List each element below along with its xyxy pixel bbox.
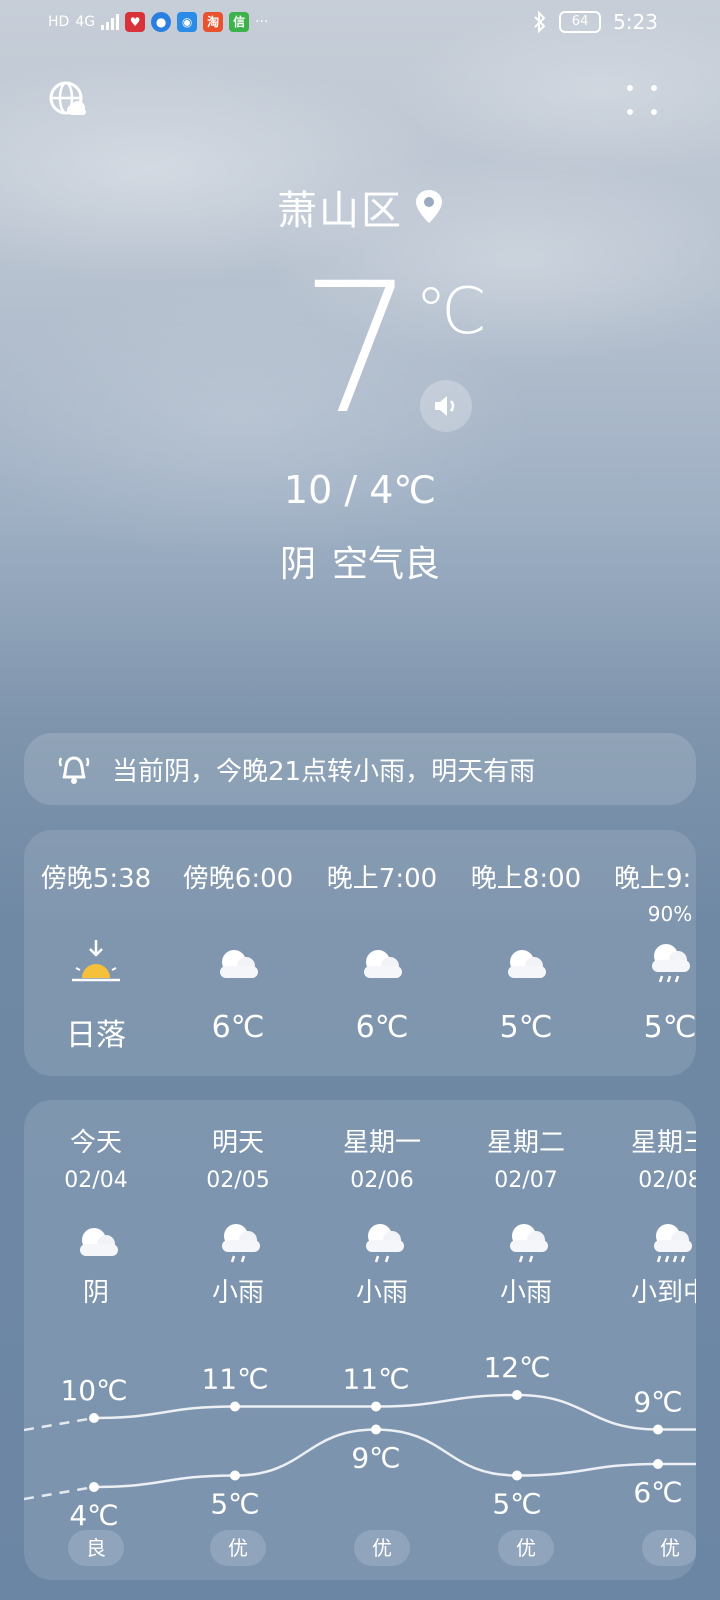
low-temp-line-point — [512, 1470, 522, 1481]
low-temp-label: 6℃ — [633, 1476, 682, 1509]
hour-temp: 5℃ — [643, 1010, 696, 1045]
high-temp-label: 11℃ — [201, 1363, 268, 1396]
hourly-item[interactable]: 晚上8:00 5℃ — [454, 830, 598, 1076]
high-temp-line-point — [512, 1390, 522, 1400]
current-temperature: 7 — [300, 245, 415, 454]
location-pin-icon — [416, 190, 442, 223]
more-notifications: ··· — [255, 14, 269, 30]
hour-time: 晚上8:00 — [470, 864, 582, 894]
high-temp-line-point — [371, 1401, 381, 1412]
bell-alert-icon — [58, 756, 90, 784]
hour-time: 傍晚5:38 — [40, 864, 152, 894]
low-temp-line-point — [89, 1482, 99, 1492]
voice-broadcast-button[interactable] — [420, 380, 472, 432]
sunset-icon — [72, 940, 120, 982]
low-temp-label: 9℃ — [351, 1442, 400, 1475]
globe-cloud-icon — [49, 81, 86, 115]
status-left: HD 4G ♥ ● ◉ 淘 信 ··· — [48, 12, 268, 32]
more-dots-icon — [627, 85, 657, 115]
status-bar: HD 4G ♥ ● ◉ 淘 信 ··· 64 5:23 — [0, 0, 720, 44]
temperature-trend-chart: 10℃ 4℃ 11℃ 5℃ 11℃ 9℃ 12℃ 5℃ 9℃ 6℃ — [24, 1351, 696, 1532]
hourly-item[interactable]: 傍晚5:38 日落 — [24, 830, 168, 1076]
green-app-notification-icon: 信 — [229, 12, 250, 32]
high-temp-line — [93, 1393, 696, 1431]
city-manage-button[interactable] — [48, 78, 92, 122]
hour-time: 傍晚6:00 — [182, 864, 294, 894]
more-menu-button[interactable] — [620, 80, 664, 124]
hour-time: 晚上9: — [614, 864, 692, 894]
low-temp-line-point — [653, 1459, 663, 1469]
high-temp-label: 12℃ — [483, 1351, 550, 1384]
hour-precip: 90% — [647, 902, 693, 926]
hour-temp: 6℃ — [355, 1010, 409, 1045]
low-temp-line-point — [230, 1470, 240, 1481]
air-quality-text[interactable]: 空气良 — [332, 535, 440, 587]
forecast-alert-banner[interactable]: 当前阴，今晚21点转小雨，明天有雨 — [24, 733, 696, 805]
browser-notification-icon: ● — [151, 12, 172, 32]
low-temp-label: 4℃ — [69, 1499, 118, 1532]
hd-badge: HD — [48, 14, 70, 30]
location-header[interactable]: 萧山区 — [0, 178, 720, 236]
temperature-unit: ℃ — [415, 275, 487, 349]
hour-temp: 6℃ — [211, 1010, 265, 1045]
bluetooth-icon — [534, 11, 546, 33]
low-temp-line-point — [371, 1424, 381, 1435]
signal-icon — [101, 14, 120, 30]
low-temp-line-past — [24, 1485, 95, 1501]
battery-indicator: 64 — [559, 11, 602, 33]
high-temp-line-point — [89, 1413, 99, 1423]
cloud-icon — [508, 950, 546, 978]
hourly-forecast-card[interactable]: 傍晚5:38 日落 傍晚6:00 6℃ 晚上7:00 6℃ 晚上8:00 5℃ … — [24, 830, 696, 1076]
weather-text: 阴 — [279, 544, 316, 585]
low-temp-label: 5℃ — [210, 1488, 259, 1521]
rain-cloud-icon — [652, 944, 690, 983]
hour-temp: 5℃ — [499, 1010, 553, 1045]
cloud-icon — [364, 950, 402, 978]
high-low-temperature: 10 / 4℃ — [283, 468, 437, 512]
speaker-icon — [435, 396, 455, 416]
high-temp-line-point — [230, 1401, 240, 1412]
high-temp-line-past — [24, 1416, 95, 1432]
hour-time: 晚上7:00 — [326, 864, 438, 894]
hourly-item[interactable]: 晚上9: 90% 5℃ — [598, 830, 696, 1076]
low-temp-label: 5℃ — [492, 1488, 541, 1521]
hourly-item[interactable]: 傍晚6:00 6℃ — [166, 830, 310, 1076]
high-temp-label: 10℃ — [60, 1374, 127, 1407]
app-notification-icon: ♥ — [125, 12, 146, 32]
hourly-item[interactable]: 晚上7:00 6℃ — [310, 830, 454, 1076]
high-temp-line-point — [653, 1424, 663, 1435]
high-temp-label: 9℃ — [633, 1386, 682, 1419]
high-temp-label: 11℃ — [342, 1363, 409, 1396]
status-right: 64 5:23 — [533, 10, 658, 34]
location-name: 萧山区 — [277, 188, 403, 234]
alert-text: 当前阴，今晚21点转小雨，明天有雨 — [112, 756, 536, 787]
taobao-notification-icon: 淘 — [203, 12, 224, 32]
hour-temp: 日落 — [66, 1018, 126, 1053]
cloud-icon — [220, 950, 258, 978]
network-badge: 4G — [75, 14, 96, 30]
bulb-notification-icon: ◉ — [177, 12, 198, 32]
daily-forecast-card[interactable]: 今天 02/04 阴 良 明天 02/05 小雨 优 星期一 02/06 小雨 … — [24, 1100, 696, 1580]
current-condition: 阴 空气良 — [0, 535, 720, 587]
status-time: 5:23 — [613, 10, 658, 34]
